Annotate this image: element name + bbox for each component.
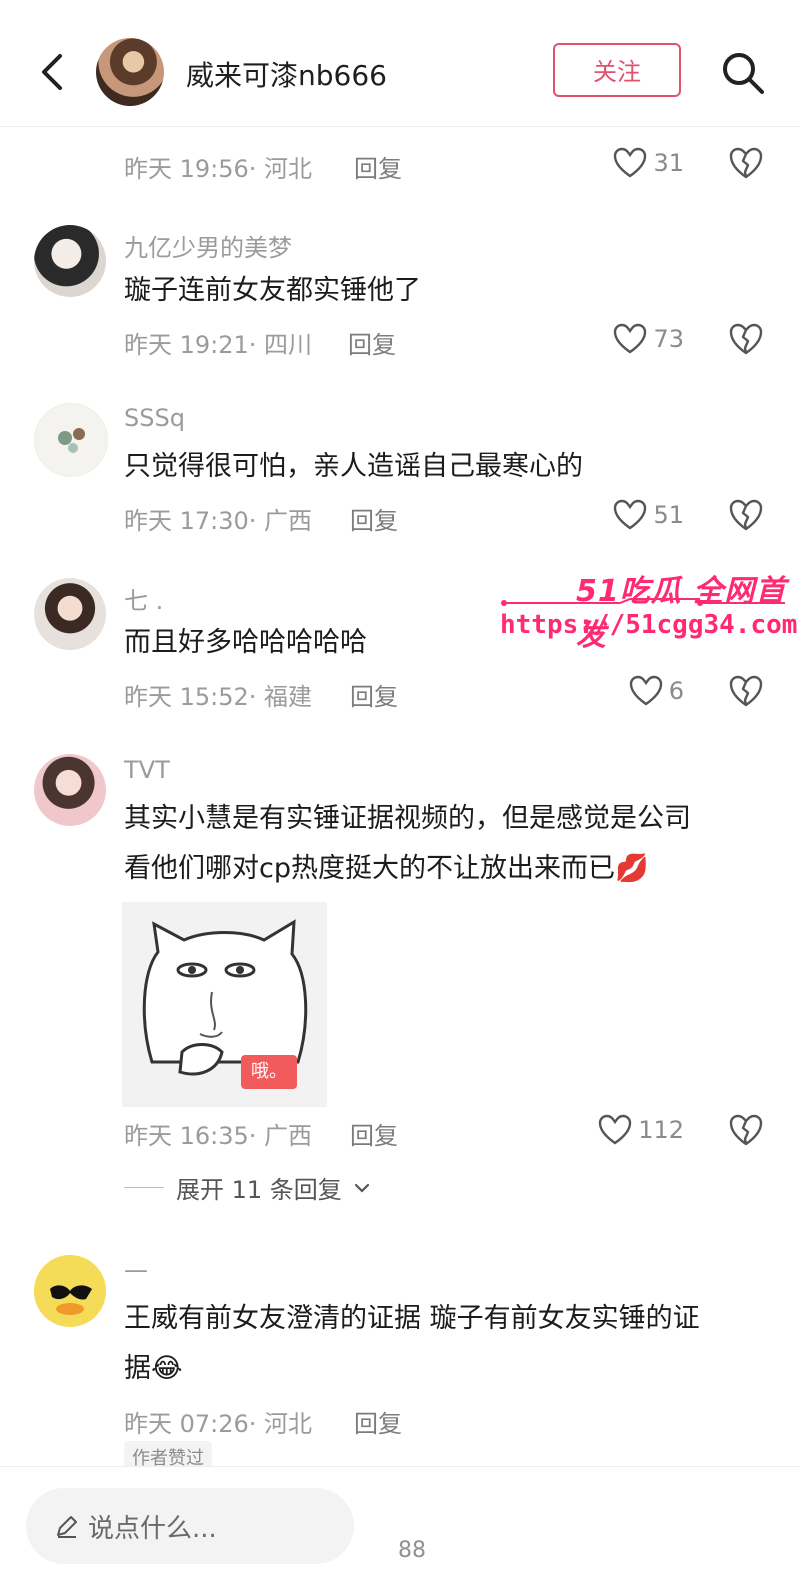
- like-count: 31: [653, 149, 684, 177]
- header-username[interactable]: 威来可漆nb666: [186, 54, 387, 94]
- comment-username[interactable]: 九亿少男的美梦: [124, 228, 292, 263]
- comment-time-location: 昨天 16:35· 广西: [124, 1122, 313, 1150]
- search-icon[interactable]: [720, 50, 766, 96]
- heart-icon: [614, 323, 647, 354]
- comment-time-location: 昨天 07:26· 河北: [124, 1410, 313, 1438]
- watermark-circuit-line: [501, 598, 785, 606]
- comment-text: 而且好多哈哈哈哈哈: [124, 627, 367, 658]
- reply-button[interactable]: 回复: [350, 1116, 398, 1151]
- user-avatar[interactable]: [34, 578, 106, 650]
- heart-icon: [598, 1114, 632, 1145]
- comment-text-line-2: 据😂: [124, 1353, 183, 1384]
- reply-button[interactable]: 回复: [354, 1404, 402, 1439]
- comment-input-placeholder[interactable]: 说点什么...: [88, 1508, 217, 1545]
- expand-replies-label: 展开 11 条回复: [176, 1176, 342, 1204]
- like-count: 6: [668, 677, 684, 705]
- like-count: 51: [653, 501, 684, 529]
- back-arrow-icon[interactable]: [34, 50, 68, 94]
- comment-text: 璇子连前女友都实锤他了: [124, 275, 421, 306]
- chevron-down-icon: [354, 1183, 369, 1193]
- header-avatar[interactable]: [96, 38, 164, 106]
- comment-time-location: 昨天 19:21· 四川: [124, 331, 313, 359]
- broken-heart-icon[interactable]: [728, 674, 764, 708]
- comment-time-location: 昨天 17:30· 广西: [124, 507, 313, 535]
- comment-time-location: 昨天 15:52· 福建: [124, 683, 313, 711]
- expand-replies-button[interactable]: 展开 11 条回复: [124, 1170, 370, 1205]
- heart-icon: [614, 499, 647, 530]
- comment-username[interactable]: 七 .: [124, 581, 163, 616]
- like-button[interactable]: 31: [613, 147, 684, 179]
- reply-button[interactable]: 回复: [354, 149, 402, 184]
- reply-button[interactable]: 回复: [350, 677, 398, 712]
- like-button[interactable]: 6: [629, 675, 684, 707]
- like-button[interactable]: 73: [613, 323, 684, 355]
- comment-text-line-2: 看他们哪对cp热度挺大的不让放出来而已💋: [124, 853, 649, 884]
- duck-sunglasses-avatar-icon: [34, 1255, 106, 1327]
- heart-icon: [614, 147, 647, 178]
- like-button[interactable]: 112: [598, 1114, 684, 1146]
- user-avatar[interactable]: [34, 225, 106, 297]
- like-button[interactable]: 51: [613, 499, 684, 531]
- broken-heart-icon[interactable]: [728, 146, 764, 180]
- reply-button[interactable]: 回复: [348, 325, 396, 360]
- comment-username[interactable]: SSSq: [124, 404, 185, 432]
- comment-username[interactable]: TVT: [124, 756, 170, 784]
- bottom-blurred-count: 88: [398, 1538, 426, 1563]
- avatar-doodle-icon: [58, 428, 85, 453]
- header-bar: 威来可漆nb666 关注: [0, 0, 800, 127]
- sticker-caption: 哦。: [241, 1055, 297, 1089]
- comment-text-line-1: 其实小慧是有实锤证据视频的，但是感觉是公司: [124, 803, 691, 834]
- broken-heart-icon[interactable]: [728, 322, 764, 356]
- broken-heart-icon[interactable]: [728, 498, 764, 532]
- comment-username[interactable]: —: [124, 1256, 148, 1284]
- user-avatar[interactable]: [34, 754, 106, 826]
- expand-divider: [124, 1187, 164, 1188]
- pencil-icon: [57, 1516, 77, 1538]
- heart-icon: [629, 675, 662, 706]
- user-avatar[interactable]: [34, 403, 108, 477]
- like-count: 112: [638, 1116, 684, 1144]
- comment-time-location: 昨天 19:56· 河北: [124, 155, 313, 183]
- follow-button[interactable]: 关注: [553, 43, 681, 97]
- user-avatar[interactable]: [34, 1255, 106, 1327]
- broken-heart-icon[interactable]: [728, 1113, 764, 1147]
- comment-text-line-1: 王威有前女友澄清的证据 璇子有前女友实锤的证: [124, 1303, 700, 1334]
- comment-text: 只觉得很可怕，亲人造谣自己最寒心的: [124, 451, 583, 482]
- like-count: 73: [653, 325, 684, 353]
- reply-button[interactable]: 回复: [350, 501, 398, 536]
